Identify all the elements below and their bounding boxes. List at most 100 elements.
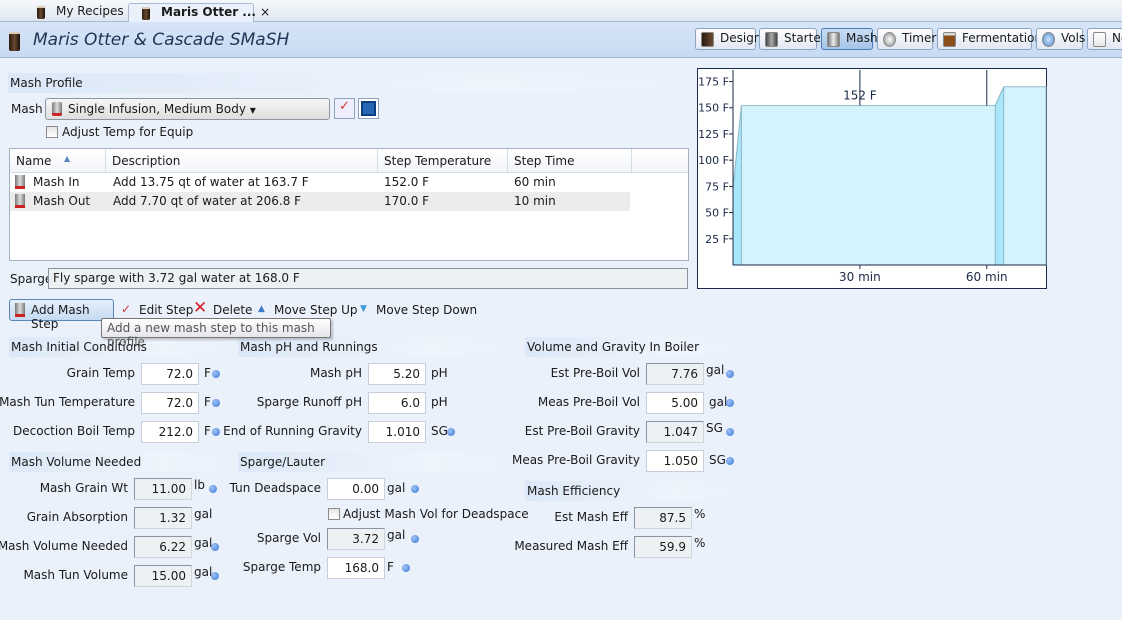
y-tick-label: 125 F [698, 128, 729, 141]
column-header-name[interactable]: Name ▲ [10, 149, 106, 173]
nav-starter-button[interactable]: Starter [759, 28, 826, 50]
info-dot-icon[interactable] [411, 485, 419, 493]
nav-no-button[interactable]: No [1087, 28, 1122, 50]
sparge-label: Sparge [10, 272, 53, 286]
est-pre-boil-gravity-label: Est Pre-Boil Gravity [524, 424, 640, 438]
nav-vols-button[interactable]: Vols [1036, 28, 1086, 50]
grain-temp-label: Grain Temp [66, 366, 135, 380]
decoction-boil-temp-field[interactable]: 212.0 [141, 421, 199, 443]
beer-glass-icon [701, 32, 714, 47]
sparge-temp-label: Sparge Temp [242, 560, 321, 574]
info-dot-icon[interactable] [209, 485, 217, 493]
sparge-deadspace-label: Tun Deadspace [229, 481, 321, 495]
nav-design-button[interactable]: Design [695, 28, 761, 50]
tab-recipe[interactable]: Maris Otter ... × [128, 3, 270, 22]
section-ph-runnings: Mash pH and Runnings [238, 337, 513, 357]
tab-label: Maris Otter ... [161, 5, 256, 19]
mash-profile-dropdown[interactable]: Single Infusion, Medium Body ▼ [45, 98, 330, 120]
info-dot-icon[interactable] [212, 370, 220, 378]
mash-tun-icon [15, 175, 25, 189]
edit-profile-icon[interactable]: ✓ [334, 98, 355, 119]
info-dot-icon[interactable] [211, 572, 219, 580]
info-dot-icon[interactable] [726, 399, 734, 407]
sparge-deadspace-unit: gal [387, 481, 406, 495]
column-header-step-temperature[interactable]: Step Temperature [378, 149, 508, 173]
info-dot-icon[interactable] [726, 370, 734, 378]
column-header-description[interactable]: Description [106, 149, 378, 173]
grain-absorption-unit: gal [194, 507, 213, 521]
mash-ph-field[interactable]: 5.20 [368, 363, 426, 385]
info-dot-icon[interactable] [212, 428, 220, 436]
end-of-running-gravity-field[interactable]: 1.010 [368, 421, 426, 443]
nav-fermentation-button[interactable]: Fermentation [937, 28, 1042, 50]
mash-chart-svg: 30 min 60 min 25 F 50 F 75 F 100 F 125 F 150 F 1… [698, 68, 1047, 284]
cell-description: Add 7.70 qt of water at 206.8 F [113, 194, 302, 208]
info-dot-icon[interactable] [402, 564, 410, 572]
measured-mash-eff-unit: % [694, 536, 706, 550]
sparge-temp-field[interactable]: 168.0 [327, 557, 385, 579]
info-dot-icon[interactable] [212, 399, 220, 407]
decoction-boil-temp-label: Decoction Boil Temp [13, 424, 135, 438]
mash-label: Mash [11, 102, 43, 116]
nav-label: Timer [902, 31, 937, 45]
sparge-vol-label: Sparge Vol [256, 531, 321, 545]
mash-tun-temperature-field[interactable]: 72.0 [141, 392, 199, 414]
sparge-temp-unit: F [387, 560, 394, 574]
adjust-temp-checkbox[interactable] [46, 126, 58, 138]
est-pre-boil-vol-field: 7.76 [646, 363, 704, 385]
info-dot-icon[interactable] [411, 535, 419, 543]
meas-pre-boil-vol-label: Meas Pre-Boil Vol [537, 395, 640, 409]
mash-tun-temperature-label: Mash Tun Temperature [0, 395, 135, 409]
info-dot-icon[interactable] [726, 428, 734, 436]
column-header-step-time[interactable]: Step Time [508, 149, 632, 173]
mash-profile-value: Single Infusion, Medium Body [68, 102, 246, 116]
nav-label: Vols [1061, 31, 1086, 45]
meas-pre-boil-gravity-field[interactable]: 1.050 [646, 450, 704, 472]
tab-label: My Recipes [56, 4, 124, 18]
delete-icon: ✕ [193, 298, 208, 318]
beer-glass-icon [9, 32, 20, 51]
y-tick-label: 75 F [705, 180, 729, 193]
delete-button[interactable]: Delete [213, 303, 252, 317]
page-title: Maris Otter & Cascade SMaSH [33, 30, 290, 50]
grain-temp-unit: F [204, 366, 211, 380]
mash-tun-volume-label: Mash Tun Volume [23, 568, 128, 582]
add-mash-step-button[interactable]: Add Mash Step [9, 299, 114, 331]
meas-pre-boil-vol-field[interactable]: 5.00 [646, 392, 704, 414]
data-label: 152 F [843, 89, 877, 103]
tooltip: Add a new mash step to this mash profile [101, 318, 331, 349]
adjust-deadspace-checkbox[interactable] [328, 508, 340, 520]
section-sparge-lauter: Sparge/Lauter [238, 452, 513, 472]
y-tick-label: 25 F [705, 233, 729, 246]
nav-timer-button[interactable]: Timer [877, 28, 937, 50]
tab-my-recipes[interactable]: My Recipes [24, 3, 124, 22]
grain-temp-field[interactable]: 72.0 [141, 363, 199, 385]
est-pre-boil-gravity-field: 1.047 [646, 421, 704, 443]
y-tick-label: 175 F [698, 76, 729, 89]
section-mash-volume: Mash Volume Needed [9, 452, 226, 472]
save-profile-icon[interactable] [358, 98, 379, 119]
grain-absorption-label: Grain Absorption [26, 510, 128, 524]
meas-pre-boil-gravity-label: Meas Pre-Boil Gravity [511, 453, 640, 467]
mash-tun-icon [15, 194, 25, 208]
nav-mash-button[interactable]: Mash [821, 28, 878, 50]
table-row[interactable]: Mash Out Add 7.70 qt of water at 206.8 F… [10, 192, 630, 211]
sparge-runoff-ph-field[interactable]: 6.0 [368, 392, 426, 414]
cell-step-time: 60 min [514, 175, 556, 189]
end-of-running-gravity-label: End of Running Gravity [223, 424, 362, 438]
nav-label: Design [720, 31, 762, 45]
y-tick-label: 100 F [698, 154, 729, 167]
table-row[interactable]: Mash In Add 13.75 qt of water at 163.7 F… [10, 173, 630, 192]
info-dot-icon[interactable] [726, 457, 734, 465]
move-step-down-button[interactable]: Move Step Down [376, 303, 477, 317]
info-dot-icon[interactable] [447, 428, 455, 436]
arrow-up-icon: ▲ [258, 304, 265, 314]
mash-grain-wt-unit: lb [194, 478, 205, 492]
edit-step-button[interactable]: Edit Step [139, 303, 193, 317]
measured-mash-eff-label: Measured Mash Eff [514, 539, 628, 553]
move-step-up-button[interactable]: Move Step Up [274, 303, 358, 317]
x-tick-label: 60 min [966, 270, 1008, 284]
sparge-deadspace-field[interactable]: 0.00 [327, 478, 385, 500]
close-tab-icon[interactable]: × [260, 5, 270, 19]
info-dot-icon[interactable] [211, 543, 219, 551]
